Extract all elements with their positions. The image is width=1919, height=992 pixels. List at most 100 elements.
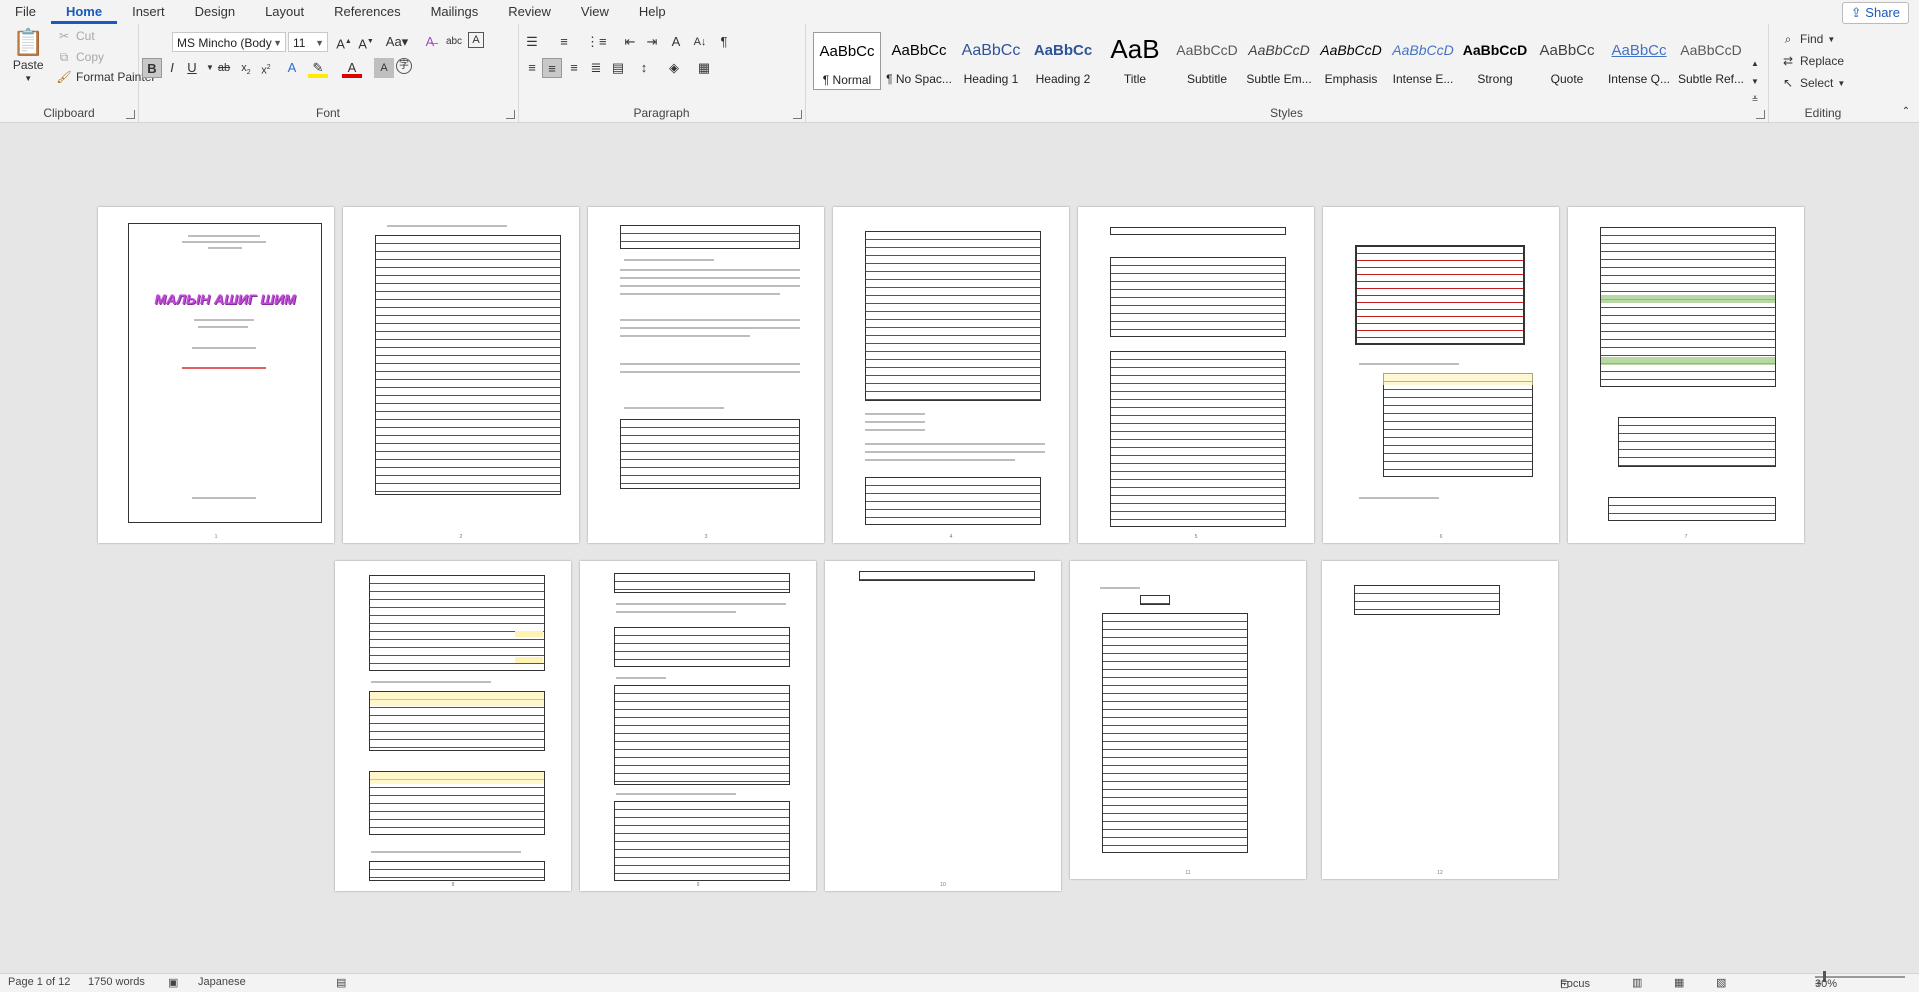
tab-design[interactable]: Design bbox=[180, 0, 250, 24]
highlight-icon[interactable]: ✎ bbox=[308, 58, 328, 78]
style-heading[interactable]: AaBbCc Heading 1 bbox=[957, 32, 1025, 90]
styles-more-icon[interactable]: ≚ bbox=[1748, 90, 1762, 110]
tab-file[interactable]: File bbox=[0, 0, 51, 24]
distributed-icon[interactable]: ▤ bbox=[608, 58, 628, 78]
multilevel-list-icon[interactable]: ⋮≡ bbox=[586, 32, 607, 52]
style-no-spac[interactable]: AaBbCc ¶ No Spac... bbox=[885, 32, 953, 90]
tab-mailings[interactable]: Mailings bbox=[416, 0, 494, 24]
style-emphasis[interactable]: AaBbCcD Emphasis bbox=[1317, 32, 1385, 90]
document-canvas[interactable]: МАЛЫН АШИГ ШИМ 1 2 3 4 5 6 7 8 9 10 11 1… bbox=[0, 123, 1919, 973]
style-heading[interactable]: AaBbCc Heading 2 bbox=[1029, 32, 1097, 90]
page-5[interactable]: 5 bbox=[1078, 207, 1314, 543]
tab-layout[interactable]: Layout bbox=[250, 0, 319, 24]
page-1[interactable]: МАЛЫН АШИГ ШИМ 1 bbox=[98, 207, 334, 543]
page-12[interactable]: 12 bbox=[1322, 561, 1558, 879]
style-subtle-ref[interactable]: AaBbCcD Subtle Ref... bbox=[1677, 32, 1745, 90]
clear-formatting-icon[interactable]: A̶ bbox=[420, 32, 440, 52]
style-subtitle[interactable]: AaBbCcD Subtitle bbox=[1173, 32, 1241, 90]
borders-icon[interactable]: ▦ bbox=[694, 58, 714, 78]
sort-icon[interactable]: A↓ bbox=[690, 32, 710, 52]
decrease-indent-icon[interactable]: ⇤ bbox=[620, 32, 640, 52]
shading-icon[interactable]: ◈ bbox=[664, 58, 684, 78]
clipboard-launcher[interactable] bbox=[126, 110, 135, 119]
proofing-icon[interactable]: ▣ bbox=[168, 976, 178, 989]
bold-icon[interactable]: B bbox=[142, 58, 162, 78]
print-layout-icon[interactable]: ▦ bbox=[1674, 976, 1684, 989]
read-mode-icon[interactable]: ▥ bbox=[1632, 976, 1642, 989]
web-layout-icon[interactable]: ▧ bbox=[1716, 976, 1726, 989]
font-color-icon[interactable]: A bbox=[342, 58, 362, 78]
paragraph-launcher[interactable] bbox=[793, 110, 802, 119]
asian-layout-icon[interactable]: A bbox=[666, 32, 686, 52]
increase-indent-icon[interactable]: ⇥ bbox=[642, 32, 662, 52]
style-subtle-em[interactable]: AaBbCcD Subtle Em... bbox=[1245, 32, 1313, 90]
phonetic-guide-icon[interactable]: abc bbox=[444, 32, 464, 52]
line-spacing-icon[interactable]: ↕ bbox=[634, 58, 654, 78]
page-4[interactable]: 4 bbox=[833, 207, 1069, 543]
cut-button[interactable]: ✂ Cut bbox=[56, 29, 95, 43]
macro-icon[interactable]: ▤ bbox=[336, 976, 346, 989]
page-10[interactable]: 10 bbox=[825, 561, 1061, 891]
page-9[interactable]: 9 bbox=[580, 561, 816, 891]
page-count[interactable]: Page 1 of 12 bbox=[8, 976, 70, 988]
pilcrow-icon[interactable]: ¶ bbox=[714, 32, 734, 52]
font-size-dropdown[interactable]: 11 ▼ bbox=[288, 32, 328, 52]
styles-scroll-down-icon[interactable]: ▼ bbox=[1748, 72, 1762, 92]
style-quote[interactable]: AaBbCc Quote bbox=[1533, 32, 1601, 90]
page-8[interactable]: 8 bbox=[335, 561, 571, 891]
tab-home[interactable]: Home bbox=[50, 0, 118, 24]
character-border-icon[interactable]: A bbox=[468, 32, 484, 48]
tab-view[interactable]: View bbox=[566, 0, 624, 24]
align-right-icon[interactable]: ≡ bbox=[564, 58, 584, 78]
language[interactable]: Japanese bbox=[198, 976, 246, 988]
styles-launcher[interactable] bbox=[1756, 110, 1765, 119]
share-button[interactable]: ⇪ Share bbox=[1841, 2, 1909, 24]
bullets-icon[interactable]: ☰ bbox=[522, 32, 542, 52]
tab-review[interactable]: Review bbox=[493, 0, 566, 24]
tab-help[interactable]: Help bbox=[624, 0, 681, 24]
page-7[interactable]: 7 bbox=[1568, 207, 1804, 543]
page-3[interactable]: 3 bbox=[588, 207, 824, 543]
style-name: Subtle Em... bbox=[1246, 72, 1312, 86]
font-name-dropdown[interactable]: MS Mincho (Body ▼ bbox=[172, 32, 286, 52]
select-button[interactable]: ↖ Select ▼ bbox=[1780, 76, 1845, 90]
subscript-icon[interactable]: x2 bbox=[236, 58, 256, 78]
page-2[interactable]: 2 bbox=[343, 207, 579, 543]
text-effects-icon[interactable]: A bbox=[282, 58, 302, 78]
collapse-ribbon-icon[interactable]: ⌃ bbox=[1896, 102, 1916, 122]
style-intense-q[interactable]: AaBbCc Intense Q... bbox=[1605, 32, 1673, 90]
zoom-level[interactable]: 30% bbox=[1815, 978, 1837, 990]
paste-button[interactable]: 📋 Paste ▼ bbox=[12, 28, 44, 83]
change-case-icon[interactable]: Aa▾ bbox=[382, 32, 412, 52]
chevron-down-icon: ▼ bbox=[273, 38, 282, 48]
tab-references[interactable]: References bbox=[319, 0, 415, 24]
replace-button[interactable]: ⇄ Replace bbox=[1780, 54, 1844, 68]
grow-font-icon[interactable]: A▲ bbox=[334, 32, 354, 52]
shrink-font-icon[interactable]: A▼ bbox=[356, 32, 376, 52]
enclose-characters-icon[interactable]: 字 bbox=[396, 58, 412, 74]
strikethrough-icon[interactable]: ab bbox=[214, 58, 234, 78]
underline-icon[interactable]: U bbox=[182, 58, 202, 78]
align-left-icon[interactable]: ≡ bbox=[522, 58, 542, 78]
tab-insert[interactable]: Insert bbox=[117, 0, 180, 24]
style-title[interactable]: AaB Title bbox=[1101, 32, 1169, 90]
style-preview: AaBbCcD bbox=[1176, 42, 1238, 58]
find-button[interactable]: ⌕ Find ▼ bbox=[1780, 32, 1836, 46]
justify-icon[interactable]: ≣ bbox=[586, 58, 606, 78]
align-center-icon[interactable]: ≡ bbox=[542, 58, 562, 78]
page-11[interactable]: 11 bbox=[1070, 561, 1306, 879]
style-intense-e[interactable]: AaBbCcD Intense E... bbox=[1389, 32, 1457, 90]
style-name: Title bbox=[1123, 72, 1147, 86]
style-normal[interactable]: AaBbCc ¶ Normal bbox=[813, 32, 881, 90]
superscript-icon[interactable]: x2 bbox=[256, 58, 276, 78]
italic-icon[interactable]: I bbox=[162, 58, 182, 78]
page-6[interactable]: 6 bbox=[1323, 207, 1559, 543]
styles-scroll-up-icon[interactable]: ▲ bbox=[1748, 54, 1762, 74]
paragraph-label: Paragraph bbox=[633, 106, 690, 120]
font-launcher[interactable] bbox=[506, 110, 515, 119]
word-count[interactable]: 1750 words bbox=[88, 976, 145, 988]
style-strong[interactable]: AaBbCcD Strong bbox=[1461, 32, 1529, 90]
numbering-icon[interactable]: ≡ bbox=[554, 32, 574, 52]
copy-button[interactable]: ⧉ Copy bbox=[56, 50, 104, 64]
character-shading-icon[interactable]: A bbox=[374, 58, 394, 78]
